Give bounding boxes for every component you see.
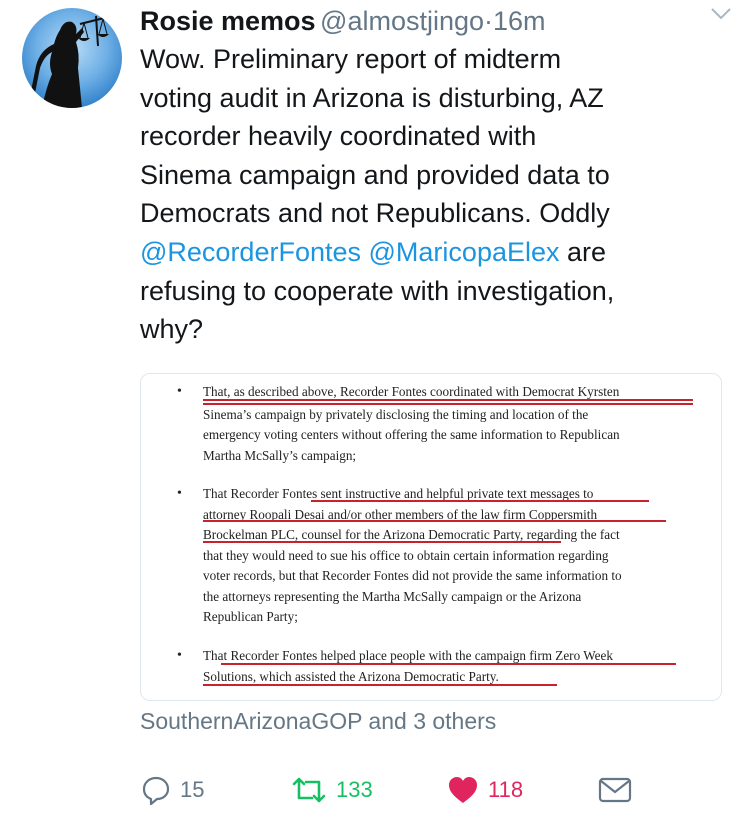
tweet-line: refusing to cooperate with investigation… (140, 275, 615, 306)
author-handle[interactable]: @almostjingo (320, 6, 484, 36)
document-line: Brockelman PLC, counsel for the Arizona … (203, 527, 620, 542)
bullet-glyph: • (177, 384, 182, 399)
tweet-line: why? (140, 314, 204, 345)
attached-document-image[interactable]: • That, as described above, Recorder Fon… (140, 373, 722, 701)
document-line: that they would need to sue his office t… (203, 547, 609, 563)
retweet-count: 133 (336, 777, 373, 802)
timestamp[interactable]: 16m (493, 6, 546, 36)
document-line: emergency voting centers without offerin… (203, 427, 620, 442)
mention-link[interactable]: @MaricopaElex (369, 237, 560, 267)
document-line: That, as described above, Recorder Fonte… (203, 382, 693, 405)
tweet-line: Sinema campaign and provided data to (140, 159, 610, 190)
tweet-line: Democrats and not Republicans. Oddly (140, 198, 610, 229)
mention-link[interactable]: @RecorderFontes (140, 237, 361, 267)
document-line: Solutions, which assisted the Arizona De… (203, 668, 499, 684)
document-line: Martha McSally’s campaign; (203, 447, 357, 463)
author-name[interactable]: Rosie memos (140, 6, 316, 36)
reply-icon (142, 776, 170, 806)
avatar[interactable] (22, 8, 122, 108)
lady-justice-icon (30, 15, 109, 108)
document-line: Republican Party; (203, 609, 298, 624)
bullet-glyph: • (177, 486, 182, 501)
tweet-line-tail: are (567, 236, 607, 267)
document-line: Sinema’s campaign by privately disclosin… (203, 406, 589, 422)
document-line: That Recorder Fontes sent instructive an… (203, 484, 703, 505)
document-line: the attorneys representing the Martha Mc… (203, 588, 582, 604)
envelope-icon (598, 777, 632, 803)
tweet-text: Wow. Preliminary report of midterm votin… (140, 40, 730, 349)
document-line: voter records, but that Recorder Fontes … (203, 568, 622, 583)
like-button[interactable]: 118 (446, 770, 523, 810)
chevron-down-icon[interactable] (710, 6, 732, 22)
separator-dot: · (484, 6, 494, 36)
tweet-line: recorder heavily coordinated with (140, 121, 537, 152)
bullet-glyph: • (177, 648, 182, 663)
retweet-icon (292, 777, 326, 803)
tweet-action-bar: 15 133 118 (140, 770, 740, 810)
tweet-header: Rosie memos @almostjingo·16m (140, 6, 736, 38)
tweet-line: Wow. Preliminary report of midterm (140, 44, 562, 74)
heart-icon (449, 777, 477, 803)
direct-message-button[interactable] (598, 770, 632, 810)
document-line: That Recorder Fontes helped place people… (203, 648, 613, 663)
document-line: attorney Roopali Desai and/or other memb… (203, 506, 598, 522)
tweet-line: voting audit in Arizona is disturbing, A… (140, 82, 604, 113)
retweet-button[interactable]: 133 (290, 770, 373, 810)
reply-button[interactable]: 15 (140, 770, 204, 810)
liked-by-text[interactable]: SouthernArizonaGOP and 3 others (140, 708, 496, 735)
like-count: 118 (488, 777, 524, 802)
tweet-line: @RecorderFontes @MaricopaElex are (140, 233, 730, 272)
document-text: That Recorder Fontes sent instructive an… (203, 486, 594, 501)
reply-count: 15 (180, 777, 205, 802)
